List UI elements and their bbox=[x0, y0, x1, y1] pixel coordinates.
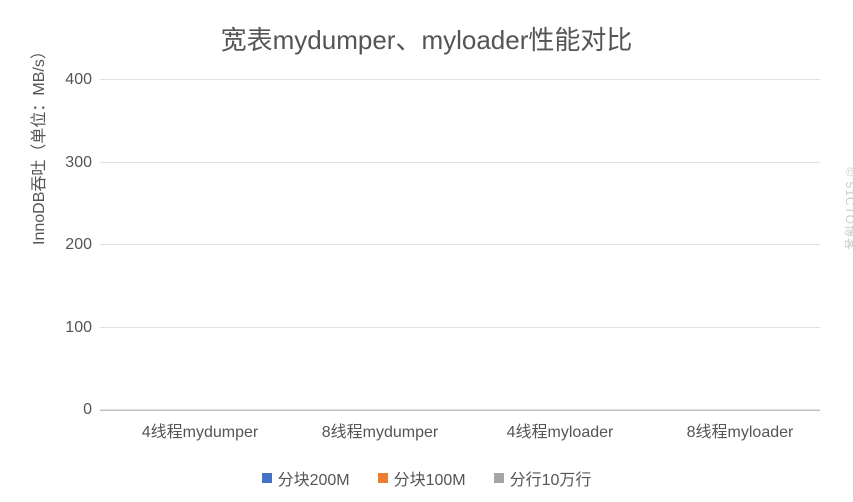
legend-item: 分行10万行 bbox=[494, 466, 592, 490]
legend-label: 分块200M bbox=[278, 466, 350, 490]
x-tick-label: 8线程myloader bbox=[660, 418, 820, 442]
x-tick-label: 8线程mydumper bbox=[300, 418, 460, 442]
gridline: 200 bbox=[100, 244, 820, 245]
legend-swatch bbox=[262, 473, 272, 483]
legend: 分块200M 分块100M 分行10万行 bbox=[0, 466, 853, 490]
x-tick-label: 4线程myloader bbox=[480, 418, 640, 442]
legend-label: 分块100M bbox=[394, 466, 466, 490]
legend-swatch bbox=[378, 473, 388, 483]
legend-label: 分行10万行 bbox=[510, 466, 592, 490]
legend-item: 分块100M bbox=[378, 466, 466, 490]
y-tick-label: 100 bbox=[65, 319, 92, 337]
gridline: 0 bbox=[100, 409, 820, 410]
watermark: © 51CTO博客 bbox=[843, 167, 853, 251]
legend-swatch bbox=[494, 473, 504, 483]
plot-area: 0 100 200 300 400 4线程mydumper 8线程mydumpe… bbox=[100, 80, 820, 411]
y-tick-label: 300 bbox=[65, 154, 92, 172]
legend-item: 分块200M bbox=[262, 466, 350, 490]
gridline: 100 bbox=[100, 327, 820, 328]
gridline: 400 bbox=[100, 79, 820, 80]
chart-container: 宽表mydumper、myloader性能对比 InnoDB吞吐（单位：MB/s… bbox=[0, 0, 853, 502]
y-tick-label: 200 bbox=[65, 236, 92, 254]
chart-title: 宽表mydumper、myloader性能对比 bbox=[0, 0, 853, 57]
y-tick-label: 0 bbox=[83, 401, 92, 419]
gridline: 300 bbox=[100, 162, 820, 163]
y-tick-label: 400 bbox=[65, 71, 92, 89]
y-axis-label: InnoDB吞吐（单位：MB/s） bbox=[25, 43, 49, 245]
x-tick-label: 4线程mydumper bbox=[120, 418, 280, 442]
